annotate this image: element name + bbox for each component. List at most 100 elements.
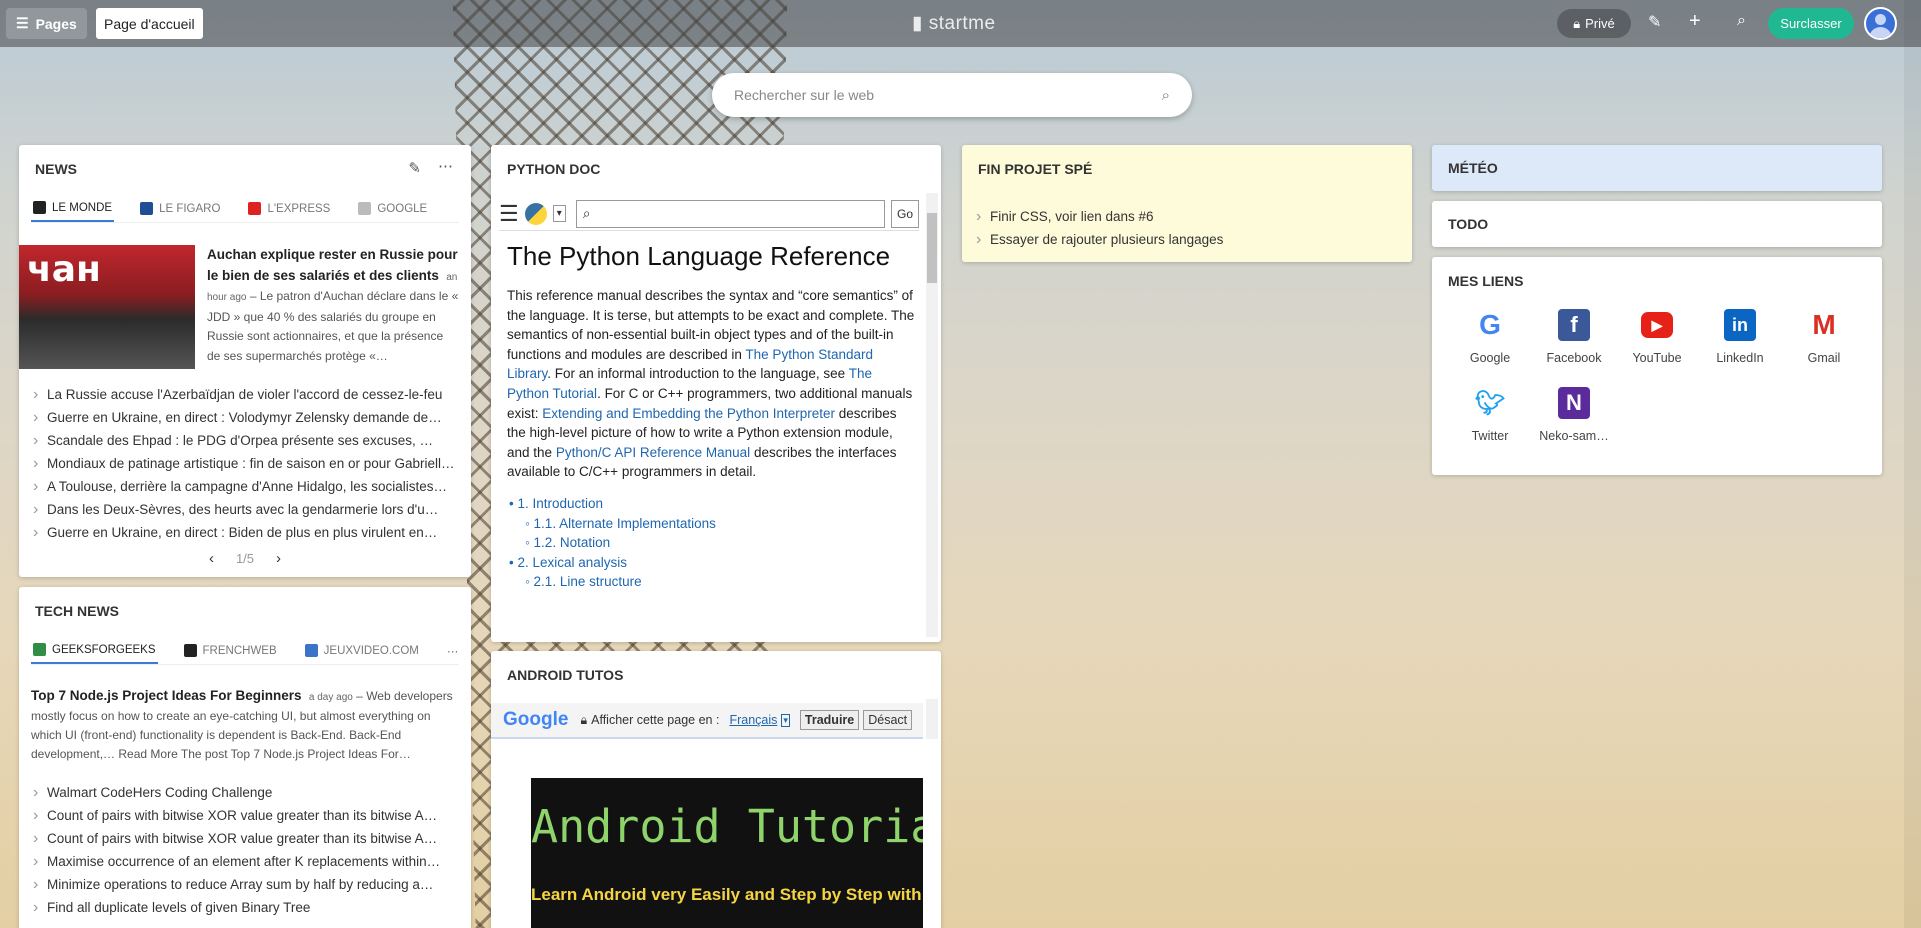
link-neko-sama[interactable]: N Neko-sam…: [1534, 387, 1614, 443]
version-dropdown[interactable]: ▾: [552, 205, 566, 222]
list-item[interactable]: Find all duplicate levels of given Binar…: [31, 896, 459, 919]
lexpress-icon: [248, 202, 262, 215]
search-icon[interactable]: ⌕: [1162, 87, 1170, 104]
search-icon: ⌕: [582, 205, 591, 221]
note-widget: FIN PROJET SPÉ Finir CSS, voir lien dans…: [962, 145, 1412, 262]
featured-article[interactable]: Top 7 Node.js Project Ideas For Beginner…: [31, 686, 459, 764]
tech-list: Walmart CodeHers Coding Challenge Count …: [31, 781, 459, 919]
widget-title: NEWS: [35, 161, 77, 177]
pages-menu-button[interactable]: ☰ Pages: [6, 8, 87, 39]
widget-title: FIN PROJET SPÉ: [978, 161, 1093, 177]
toc-item[interactable]: ◦ 1.1. Alternate Implementations: [507, 514, 917, 534]
featured-article[interactable]: Auchan explique rester en Russie pour le…: [207, 245, 459, 370]
upgrade-button[interactable]: Surclasser: [1768, 8, 1854, 39]
list-item[interactable]: Count of pairs with bitwise XOR value gr…: [31, 804, 459, 827]
link-twitter[interactable]: 🐦︎ Twitter: [1450, 387, 1530, 444]
chevron-left-icon[interactable]: ‹: [209, 550, 214, 567]
list-item[interactable]: Maximise occurrence of an element after …: [31, 850, 459, 873]
list-item[interactable]: Guerre en Ukraine, en direct : Biden de …: [31, 521, 459, 544]
more-tabs-icon[interactable]: ⋯: [445, 637, 461, 664]
toc-item[interactable]: ◦ 1.2. Notation: [507, 533, 917, 553]
widget-title: TODO: [1448, 216, 1489, 232]
edit-icon[interactable]: ✎: [408, 159, 421, 177]
le-monde-icon: [33, 201, 46, 214]
widget-title: ANDROID TUTOS: [507, 667, 624, 683]
list-item[interactable]: Guerre en Ukraine, en direct : Volodymyr…: [31, 406, 459, 429]
youtube-icon: ▶: [1641, 312, 1673, 338]
widget-title: MÉTÉO: [1448, 160, 1498, 176]
link-youtube[interactable]: ▶ YouTube: [1617, 309, 1697, 365]
google-logo: Google: [503, 709, 569, 730]
news-pager: ‹ 1/5 ›: [208, 550, 282, 567]
add-icon[interactable]: +: [1689, 10, 1701, 33]
link-google[interactable]: G Google: [1450, 309, 1530, 365]
tab-geeksforgeeks[interactable]: GEEKSFORGEEKS: [31, 637, 158, 664]
jeuxvideo-icon: [304, 644, 318, 657]
lock-icon: 🔒︎: [580, 712, 588, 727]
widget-title: MES LIENS: [1448, 273, 1524, 289]
chevron-down-icon[interactable]: ▾: [781, 713, 790, 727]
top-bar: ☰ Pages Page d'accueil ▮ startme 🔒︎ Priv…: [0, 0, 1921, 47]
language-select[interactable]: Français: [729, 713, 777, 727]
tech-news-widget: TECH NEWS GEEKSFORGEEKS FRENCHWEB JEUXVI…: [19, 587, 471, 928]
hamburger-icon: ☰: [16, 15, 29, 31]
weather-widget[interactable]: MÉTÉO: [1432, 145, 1882, 191]
toc-item[interactable]: • 1. Introduction: [507, 494, 917, 514]
link-linkedin[interactable]: in LinkedIn: [1700, 309, 1780, 365]
list-item[interactable]: Scandale des Ehpad : le PDG d'Orpea prés…: [31, 429, 459, 452]
list-item[interactable]: A Toulouse, derrière la campagne d'Anne …: [31, 475, 459, 498]
widget-title: PYTHON DOC: [507, 161, 601, 177]
featured-image[interactable]: чан: [19, 245, 195, 369]
python-doc-content: The Python Language Reference This refer…: [507, 241, 917, 641]
search-icon[interactable]: ⌕: [1737, 12, 1746, 30]
tab-frenchweb[interactable]: FRENCHWEB: [182, 637, 279, 664]
more-icon[interactable]: ⋯: [438, 157, 453, 175]
tab-le-monde[interactable]: LE MONDE: [31, 195, 115, 222]
link-c-api[interactable]: Python/C API Reference Manual: [556, 445, 750, 460]
python-logo-icon: [524, 202, 547, 225]
paint-icon[interactable]: ✎: [1648, 12, 1661, 32]
android-tutos-widget: ANDROID TUTOS Google 🔒︎ Afficher cette p…: [491, 651, 941, 928]
list-item[interactable]: Mondiaux de patinage artistique : fin de…: [31, 452, 459, 475]
avatar[interactable]: [1864, 7, 1897, 40]
list-item[interactable]: Essayer de rajouter plusieurs langages: [974, 228, 1400, 251]
note-list: Finir CSS, voir lien dans #6 Essayer de …: [974, 205, 1400, 251]
search-input[interactable]: Rechercher sur le web: [734, 87, 874, 103]
tab-jeuxvideo[interactable]: JEUXVIDEO.COM: [303, 637, 421, 664]
tab-google[interactable]: GOOGLE: [356, 195, 429, 222]
gmail-icon: M: [1812, 309, 1836, 340]
neko-sama-icon: N: [1558, 387, 1590, 419]
tab-le-figaro[interactable]: LE FIGARO: [138, 195, 222, 222]
toc-item[interactable]: ◦ 2.1. Line structure: [507, 572, 917, 592]
todo-widget[interactable]: TODO: [1432, 201, 1882, 247]
doc-search-input[interactable]: ⌕: [575, 199, 885, 228]
list-item[interactable]: Finir CSS, voir lien dans #6: [974, 205, 1400, 228]
python-doc-widget: PYTHON DOC ☰ ▾ ⌕ Go The Python Language …: [491, 145, 941, 642]
page-scrollbar[interactable]: [1904, 0, 1921, 928]
privacy-button[interactable]: 🔒︎ Privé: [1557, 9, 1631, 38]
scrollbar[interactable]: [926, 193, 938, 637]
startme-logo: ▮ startme: [912, 13, 996, 34]
link-extending[interactable]: Extending and Embedding the Python Inter…: [542, 406, 835, 421]
go-button[interactable]: Go: [890, 199, 919, 228]
tech-tabs: GEEKSFORGEEKS FRENCHWEB JEUXVIDEO.COM ⋯: [31, 637, 459, 665]
auchan-logo: чан: [27, 249, 101, 290]
list-item[interactable]: La Russie accuse l'Azerbaïdjan de violer…: [31, 383, 459, 406]
translate-button[interactable]: Traduire: [799, 710, 860, 730]
list-item[interactable]: Minimize operations to reduce Array sum …: [31, 873, 459, 896]
deactivate-button[interactable]: Désact: [863, 710, 913, 730]
toc-item[interactable]: • 2. Lexical analysis: [507, 553, 917, 573]
menu-icon[interactable]: ☰: [499, 201, 519, 227]
link-gmail[interactable]: M Gmail: [1784, 309, 1864, 365]
web-search-bar[interactable]: Rechercher sur le web ⌕: [712, 73, 1192, 117]
list-item[interactable]: Count of pairs with bitwise XOR value gr…: [31, 827, 459, 850]
tab-home-page[interactable]: Page d'accueil: [96, 8, 203, 39]
list-item[interactable]: Walmart CodeHers Coding Challenge: [31, 781, 459, 804]
twitter-icon: 🐦︎: [1474, 389, 1506, 417]
tab-lexpress[interactable]: L'EXPRESS: [246, 195, 332, 222]
scrollbar[interactable]: [926, 699, 938, 739]
list-item[interactable]: Dans les Deux-Sèvres, des heurts avec la…: [31, 498, 459, 521]
android-banner[interactable]: Android Tutorials fo Learn Android very …: [531, 778, 923, 928]
chevron-right-icon[interactable]: ›: [276, 550, 281, 567]
link-facebook[interactable]: f Facebook: [1534, 309, 1614, 365]
